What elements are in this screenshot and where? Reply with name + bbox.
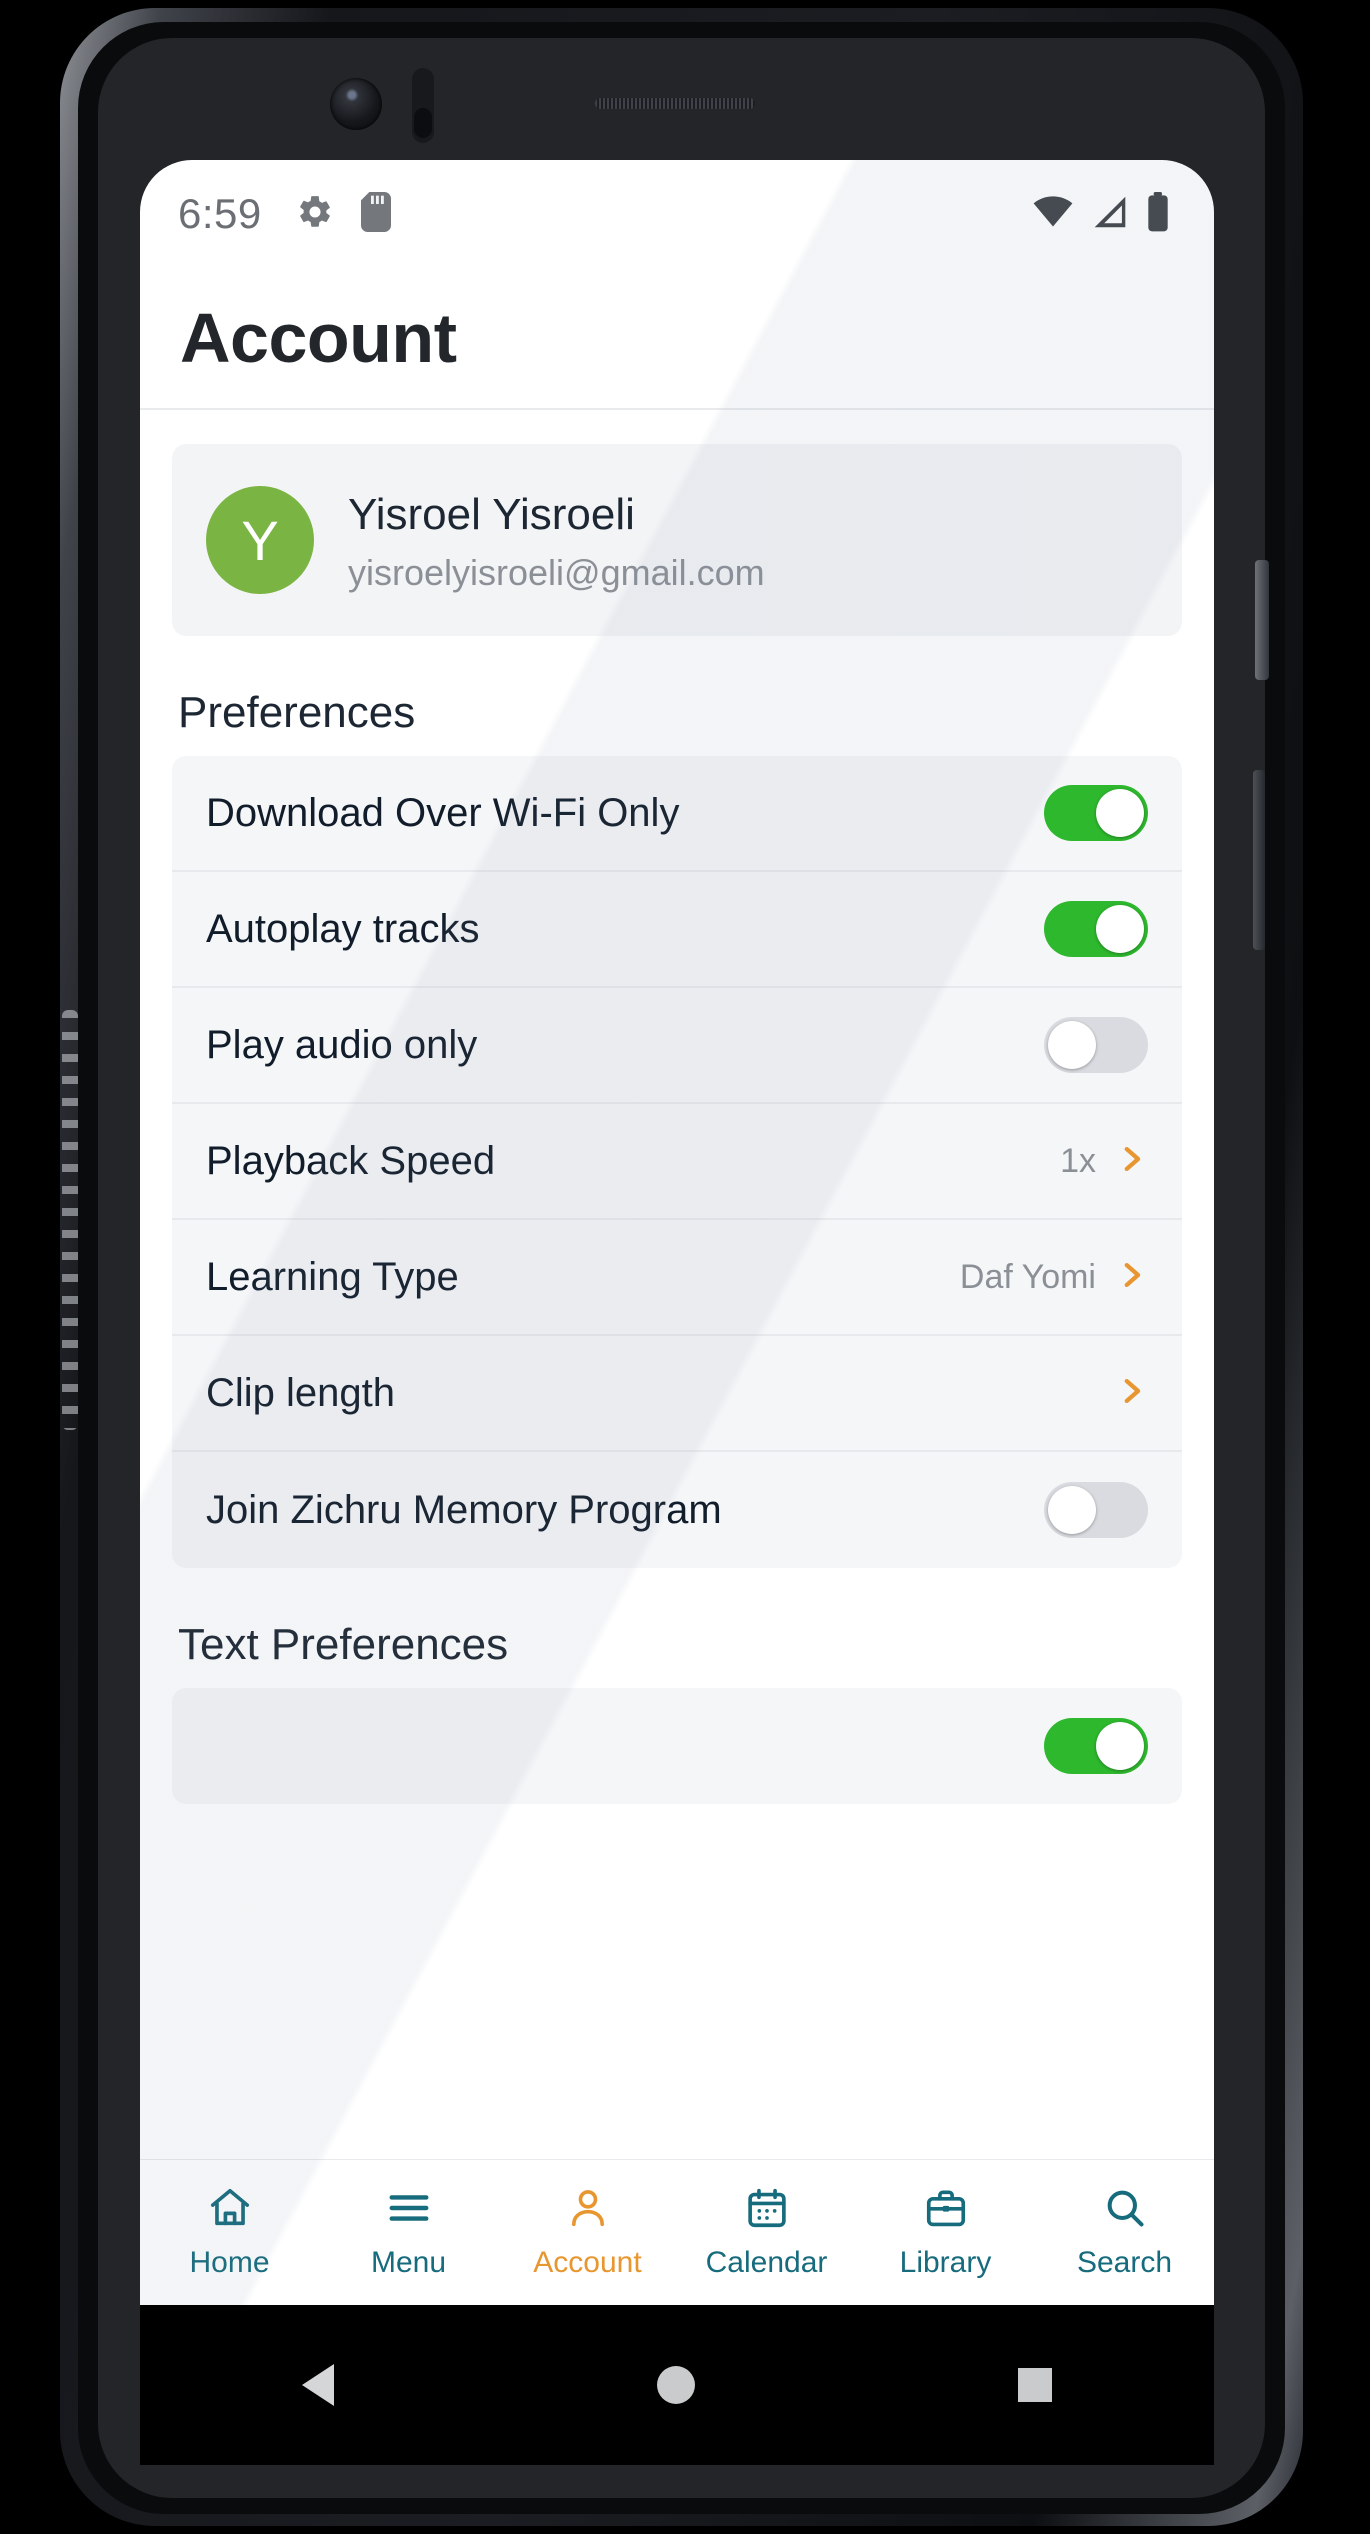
nav-item-calendar[interactable]: Calendar xyxy=(677,2160,856,2305)
row-label: Playback Speed xyxy=(206,1138,496,1183)
profile-email: yisroelyisroeli@gmail.com xyxy=(348,551,765,593)
toggle-knob xyxy=(1096,1722,1144,1770)
row-join-zichru-memory-program[interactable]: Join Zichru Memory Program xyxy=(172,1452,1182,1568)
nav-label: Search xyxy=(1076,2246,1173,2279)
screenshot-root: 6:59 Account Y Yisroel Yisroeli yisroely… xyxy=(0,0,1370,2534)
row-text-preference-first[interactable] xyxy=(172,1688,1182,1804)
page-title: Account xyxy=(180,299,457,377)
section-title-preferences: Preferences xyxy=(178,688,416,737)
settings-scroll-area[interactable]: Y Yisroel Yisroeli yisroelyisroeli@gmail… xyxy=(140,410,1214,2305)
row-label: Play audio only xyxy=(206,1022,478,1067)
nav-label: Account xyxy=(533,2246,642,2279)
row-clip-length[interactable]: Clip length xyxy=(172,1336,1182,1452)
person-icon xyxy=(565,2185,611,2236)
row-autoplay-tracks[interactable]: Autoplay tracks xyxy=(172,872,1182,988)
calendar-icon xyxy=(744,2185,790,2236)
text-preferences-list xyxy=(172,1688,1182,1804)
phone-screen: 6:59 Account Y Yisroel Yisroeli yisroely… xyxy=(140,160,1214,2305)
toggle-play-audio-only[interactable] xyxy=(1044,1017,1148,1073)
nav-label: Calendar xyxy=(705,2246,828,2279)
row-learning-type[interactable]: Learning Type Daf Yomi xyxy=(172,1220,1182,1336)
row-label: Learning Type xyxy=(206,1254,459,1299)
nav-label: Home xyxy=(189,2246,270,2279)
row-label: Download Over Wi-Fi Only xyxy=(206,790,680,835)
profile-text: Yisroel Yisroeli yisroelyisroeli@gmail.c… xyxy=(348,487,765,594)
android-system-nav xyxy=(140,2305,1214,2465)
camera-glint xyxy=(347,90,357,100)
toggle-knob xyxy=(1048,1021,1096,1069)
nav-item-menu[interactable]: Menu xyxy=(319,2160,498,2305)
nav-item-home[interactable]: Home xyxy=(140,2160,319,2305)
toggle-autoplay-tracks[interactable] xyxy=(1044,901,1148,957)
bottom-navigation-bar: Home Menu Account Calendar Library Searc… xyxy=(140,2159,1214,2305)
row-play-audio-only[interactable]: Play audio only xyxy=(172,988,1182,1104)
toggle-knob xyxy=(1096,905,1144,953)
light-sensor xyxy=(414,108,432,138)
nav-item-search[interactable]: Search xyxy=(1035,2160,1214,2305)
phone-side-texture xyxy=(62,1010,78,1430)
row-download-over-wifi-only[interactable]: Download Over Wi-Fi Only xyxy=(172,756,1182,872)
row-playback-speed[interactable]: Playback Speed 1x xyxy=(172,1104,1182,1220)
chevron-right-icon[interactable] xyxy=(1114,1374,1148,1413)
sd-card-icon xyxy=(360,191,392,237)
front-camera-icon xyxy=(330,78,382,130)
status-bar-notification-icons xyxy=(296,191,392,237)
chevron-right-icon[interactable] xyxy=(1114,1258,1148,1297)
row-label: Join Zichru Memory Program xyxy=(206,1487,722,1532)
hamburger-menu-icon xyxy=(386,2185,432,2236)
toggle-download-over-wifi-only[interactable] xyxy=(1044,785,1148,841)
status-bar-system-icons xyxy=(1032,191,1170,237)
chevron-right-icon[interactable] xyxy=(1114,1142,1148,1181)
profile-card[interactable]: Y Yisroel Yisroeli yisroelyisroeli@gmail… xyxy=(172,444,1182,636)
toggle-join-zichru-memory-program[interactable] xyxy=(1044,1482,1148,1538)
toggle-knob xyxy=(1048,1486,1096,1534)
status-bar: 6:59 xyxy=(140,160,1214,268)
battery-icon xyxy=(1146,191,1170,237)
toggle-text-preference-first[interactable] xyxy=(1044,1718,1148,1774)
home-icon xyxy=(207,2185,253,2236)
nav-item-account[interactable]: Account xyxy=(498,2160,677,2305)
cellular-signal-icon xyxy=(1090,195,1130,234)
power-button[interactable] xyxy=(1255,560,1269,680)
earpiece-speaker xyxy=(595,98,755,109)
row-label: Clip length xyxy=(206,1370,396,1415)
gear-icon xyxy=(296,193,334,236)
home-circle-icon[interactable] xyxy=(656,2366,695,2404)
row-value-learning-type: Daf Yomi xyxy=(959,1257,1096,1296)
status-bar-clock: 6:59 xyxy=(178,190,262,237)
back-triangle-icon[interactable] xyxy=(301,2364,334,2406)
wifi-icon xyxy=(1032,195,1074,234)
briefcase-icon xyxy=(923,2185,969,2236)
nav-label: Library xyxy=(899,2246,992,2279)
row-value-playback-speed: 1x xyxy=(1060,1141,1096,1180)
search-icon xyxy=(1102,2185,1148,2236)
preferences-list: Download Over Wi-Fi Only Autoplay tracks… xyxy=(172,756,1182,1568)
avatar: Y xyxy=(206,486,314,594)
nav-item-library[interactable]: Library xyxy=(856,2160,1035,2305)
app-bar: Account xyxy=(140,268,1214,410)
section-title-text-preferences: Text Preferences xyxy=(178,1620,509,1669)
volume-button[interactable] xyxy=(1253,770,1265,950)
row-label: Autoplay tracks xyxy=(206,906,480,951)
nav-label: Menu xyxy=(370,2246,447,2279)
profile-name: Yisroel Yisroeli xyxy=(348,489,635,539)
toggle-knob xyxy=(1096,789,1144,837)
recents-square-icon[interactable] xyxy=(1018,2368,1053,2402)
